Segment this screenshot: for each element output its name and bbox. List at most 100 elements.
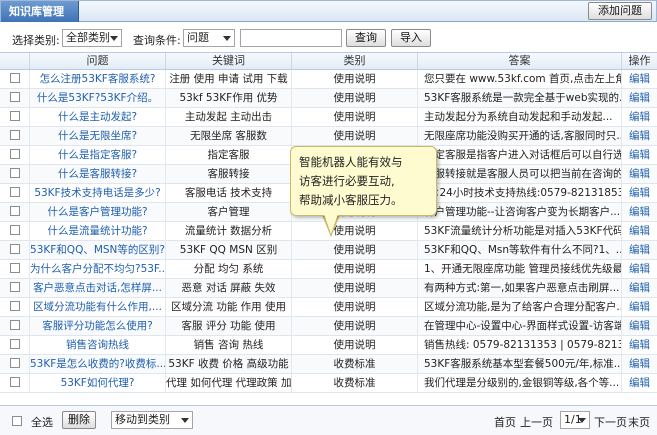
- table-row: 怎么注册53KF客服系统? 注册 使用 申请 试用 下载 使用说明 您只要在 www.…: [0, 70, 657, 89]
- row-select-cell: [0, 317, 30, 335]
- edit-link[interactable]: 编辑: [622, 70, 657, 88]
- category-cell: 使用说明: [292, 279, 418, 297]
- robot-tooltip: 智能机器人能有效与 访客进行必要互动, 帮助减小客服压力。: [290, 146, 437, 216]
- row-checkbox[interactable]: [9, 339, 20, 349]
- edit-link[interactable]: 编辑: [622, 108, 657, 126]
- edit-link[interactable]: 编辑: [622, 127, 657, 145]
- tooltip-tail-inner: [324, 214, 338, 234]
- row-checkbox[interactable]: [9, 206, 20, 216]
- edit-link[interactable]: 编辑: [622, 317, 657, 335]
- question-link[interactable]: 什么是客服转接?: [30, 165, 166, 183]
- question-link[interactable]: 什么是53KF?53KF介绍。: [30, 89, 166, 107]
- select-all-checkbox[interactable]: [12, 416, 22, 426]
- title-bar: 知识库管理 添加问题: [0, 0, 657, 22]
- edit-link[interactable]: 编辑: [622, 374, 657, 392]
- question-link[interactable]: 53KF是怎么收费的?收费标...: [30, 355, 166, 373]
- question-link[interactable]: 客户恶意点击对话,怎样屏...: [30, 279, 166, 297]
- chevron-down-icon: [223, 36, 231, 41]
- answer-cell: 1、开通无限座席功能 管理员接线优先级最...: [418, 260, 622, 278]
- answer-cell: 有两种方式:第一,如果客户恶意点击刷屏...: [418, 279, 622, 297]
- edit-link[interactable]: 编辑: [622, 260, 657, 278]
- keywords-cell: 恶意 对话 屏蔽 失效: [166, 279, 292, 297]
- row-select-cell: [0, 298, 30, 316]
- edit-link[interactable]: 编辑: [622, 279, 657, 297]
- question-link[interactable]: 为什么客户分配不均匀?53F...: [30, 260, 166, 278]
- query-input[interactable]: [240, 29, 342, 47]
- page-select[interactable]: 1/1: [560, 411, 590, 429]
- row-checkbox[interactable]: [9, 92, 20, 102]
- row-checkbox[interactable]: [9, 73, 20, 83]
- keywords-cell: 分配 均匀 系统: [166, 260, 292, 278]
- first-page-link[interactable]: 首页: [494, 414, 516, 430]
- row-checkbox[interactable]: [9, 263, 20, 273]
- tooltip-line: 访客进行必要互动,: [299, 174, 395, 188]
- answer-cell: 7×24小时技术支持热线:0579-82131853: [418, 184, 622, 202]
- category-cell: 使用说明: [292, 108, 418, 126]
- row-checkbox[interactable]: [9, 377, 20, 387]
- move-category-select[interactable]: 移动到类别: [111, 411, 193, 429]
- category-select[interactable]: 全部类别: [62, 29, 122, 47]
- import-button[interactable]: 导入: [391, 29, 431, 47]
- row-select-cell: [0, 279, 30, 297]
- edit-link[interactable]: 编辑: [622, 203, 657, 221]
- question-link[interactable]: 53KF技术支持电话是多少?: [30, 184, 166, 202]
- row-select-cell: [0, 355, 30, 373]
- row-checkbox[interactable]: [9, 244, 20, 254]
- prev-page-link[interactable]: 上一页: [520, 414, 553, 430]
- row-checkbox[interactable]: [9, 130, 20, 140]
- question-link[interactable]: 区域分流功能有什么作用,...: [30, 298, 166, 316]
- edit-link[interactable]: 编辑: [622, 146, 657, 164]
- row-select-cell: [0, 70, 30, 88]
- edit-link[interactable]: 编辑: [622, 298, 657, 316]
- question-link[interactable]: 53KF和QQ、MSN等的区别?: [30, 241, 166, 259]
- answer-cell: 无限座席功能没购买开通的话,客服同时只...: [418, 127, 622, 145]
- table-row: 什么是无限坐席? 无限坐席 客服数 使用说明 无限座席功能没购买开通的话,客服同时只.…: [0, 127, 657, 146]
- table-row: 什么是53KF?53KF介绍。 53kf 53KF作用 优势 使用说明 53KF客服系…: [0, 89, 657, 108]
- answer-cell: 在管理中心-设置中心-界面样式设置-访客端...: [418, 317, 622, 335]
- edit-link[interactable]: 编辑: [622, 222, 657, 240]
- edit-link[interactable]: 编辑: [622, 336, 657, 354]
- keywords-cell: 客服转接: [166, 165, 292, 183]
- row-checkbox[interactable]: [9, 301, 20, 311]
- search-button[interactable]: 查询: [346, 29, 386, 47]
- add-question-button[interactable]: 添加问题: [588, 2, 652, 20]
- row-checkbox[interactable]: [9, 149, 20, 159]
- question-link[interactable]: 什么是指定客服?: [30, 146, 166, 164]
- chevron-down-icon: [110, 36, 118, 41]
- delete-button[interactable]: 删除: [62, 411, 96, 429]
- row-checkbox[interactable]: [9, 320, 20, 330]
- condition-select[interactable]: 问题: [183, 29, 235, 47]
- question-link[interactable]: 销售咨询热线: [30, 336, 166, 354]
- keywords-cell: 主动发起 主动出击: [166, 108, 292, 126]
- answer-cell: 53KF客服系统是一款完全基于web实现的...: [418, 89, 622, 107]
- row-checkbox[interactable]: [9, 111, 20, 121]
- edit-link[interactable]: 编辑: [622, 241, 657, 259]
- question-link[interactable]: 什么是流量统计功能?: [30, 222, 166, 240]
- edit-link[interactable]: 编辑: [622, 89, 657, 107]
- question-link[interactable]: 什么是主动发起?: [30, 108, 166, 126]
- row-checkbox[interactable]: [9, 187, 20, 197]
- edit-link[interactable]: 编辑: [622, 184, 657, 202]
- category-cell: 使用说明: [292, 317, 418, 335]
- header-category: 类别: [292, 53, 418, 69]
- edit-link[interactable]: 编辑: [622, 165, 657, 183]
- edit-link[interactable]: 编辑: [622, 355, 657, 373]
- row-checkbox[interactable]: [9, 358, 20, 368]
- table-header: 问题 关键词 类别 答案 操作: [0, 53, 657, 70]
- next-page-link[interactable]: 下一页: [594, 414, 627, 430]
- question-link[interactable]: 什么是无限坐席?: [30, 127, 166, 145]
- table-row: 53KF如何代理? 代理 如何代理 代理政策 加盟 收费标准 我们代理是分级别的,金银…: [0, 374, 657, 393]
- table-row: 53KF和QQ、MSN等的区别? 53KF QQ MSN 区别 使用说明 53KF和Q…: [0, 241, 657, 260]
- question-link[interactable]: 怎么注册53KF客服系统?: [30, 70, 166, 88]
- question-link[interactable]: 客服评分功能怎么使用?: [30, 317, 166, 335]
- table-row: 销售咨询热线 销售 咨询 热线 使用说明 销售热线: 0579-82131353 | …: [0, 336, 657, 355]
- last-page-link[interactable]: 末页: [628, 414, 650, 430]
- row-checkbox[interactable]: [9, 225, 20, 235]
- row-select-cell: [0, 165, 30, 183]
- question-link[interactable]: 什么是客户管理功能?: [30, 203, 166, 221]
- question-link[interactable]: 53KF如何代理?: [30, 374, 166, 392]
- row-checkbox[interactable]: [9, 282, 20, 292]
- answer-cell: 您只要在 www.53kf.com 首页,点击左上角...: [418, 70, 622, 88]
- condition-label: 查询条件:: [133, 34, 181, 47]
- row-checkbox[interactable]: [9, 168, 20, 178]
